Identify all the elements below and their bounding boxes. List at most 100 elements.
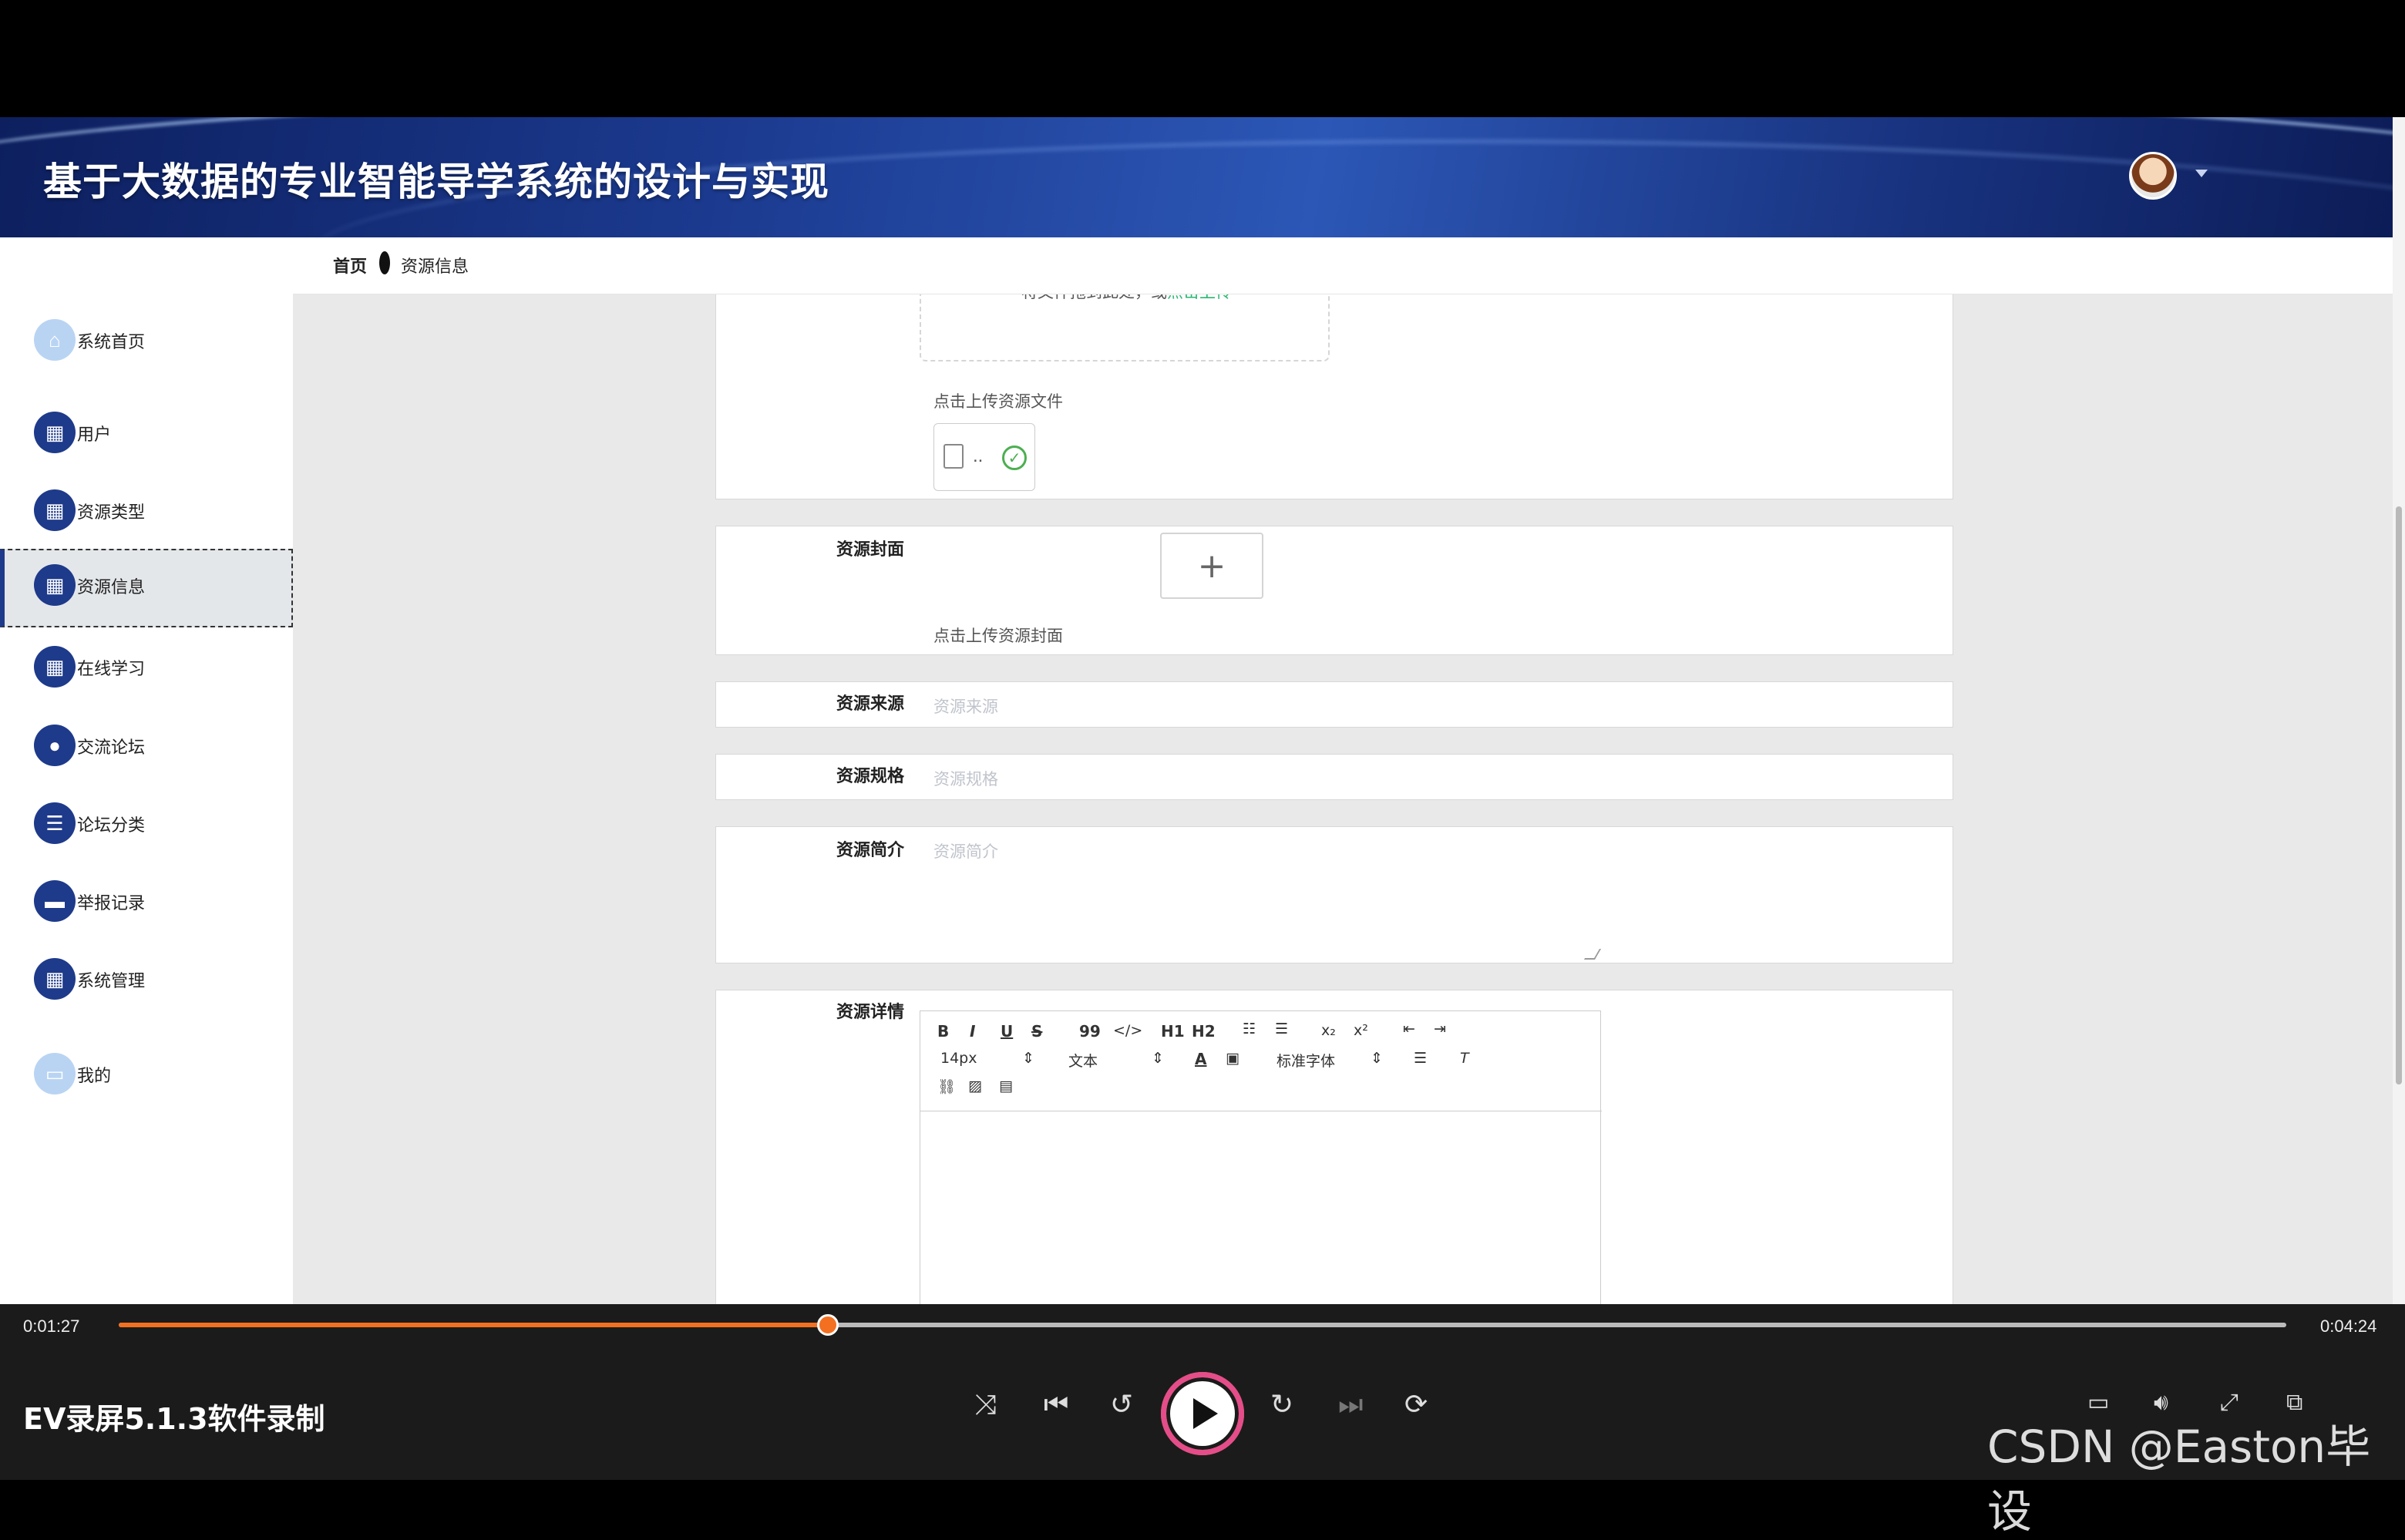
app-title: 基于大数据的专业智能导学系统的设计与实现 (43, 160, 829, 204)
cover-label: 资源封面 (836, 540, 905, 560)
select-arrows-icon[interactable]: ⇕ (1152, 1050, 1164, 1067)
grid-icon: ▦ (34, 489, 76, 531)
sidebar-item-label: 系统首页 (77, 333, 146, 352)
upload-file-hint: 点击上传资源文件 (933, 392, 1063, 411)
play-button[interactable] (1166, 1377, 1240, 1451)
intro-textarea[interactable]: 资源简介 (933, 839, 998, 862)
sidebar-item-resource-types[interactable]: ▦ 资源类型 (0, 471, 293, 550)
font-size-select[interactable]: 14px (940, 1050, 977, 1067)
watermark: CSDN @Easton毕设 (1987, 1421, 2371, 1538)
textarea-resize-handle[interactable] (1583, 949, 1602, 960)
sidebar-item-resource-info[interactable]: ▦ 资源信息 (0, 549, 293, 627)
italic-button[interactable]: I (970, 1022, 975, 1041)
spec-label: 资源规格 (836, 767, 905, 786)
sidebar-item-mine[interactable]: ▭ 我的 (0, 1034, 293, 1113)
check-circle-icon: ✓ (1002, 446, 1027, 470)
sidebar-item-label: 论坛分类 (77, 816, 146, 836)
sidebar-item-label: 交流论坛 (77, 738, 146, 758)
dropzone-text: 将文件拖到此处，或点击上传 (1021, 294, 1232, 303)
spec-input[interactable]: 资源规格 (933, 767, 998, 790)
background-color-icon[interactable]: ▣ (1226, 1050, 1240, 1067)
seek-handle[interactable] (816, 1314, 839, 1336)
seek-bar[interactable] (119, 1314, 2286, 1336)
sidebar: ⌂ 系统首页 ▦ 用户 ▦ 资源类型 ▦ 资源信息 ▦ 在线学习 ● 交流论坛 … (0, 237, 293, 1304)
underline-button[interactable]: U (1001, 1022, 1013, 1041)
total-time: 0:04:24 (2320, 1316, 2377, 1336)
select-arrows-icon[interactable]: ⇕ (1371, 1050, 1383, 1067)
quote-button[interactable]: 99 (1079, 1022, 1101, 1041)
grid-icon: ▦ (34, 412, 76, 453)
scrollbar-thumb[interactable] (2396, 506, 2402, 1084)
shuffle-icon[interactable]: ⤨ (974, 1389, 997, 1421)
breadcrumb-home[interactable]: 首页 (333, 253, 367, 277)
breadcrumb: 首页 资源信息 (293, 237, 2393, 294)
forward-30-icon[interactable]: ↻ (1270, 1389, 1293, 1421)
form-area: 将文件拖到此处，或点击上传 点击上传资源文件 .. ✓ 资源封面 + 点击上传资… (293, 294, 2393, 1304)
font-family-select[interactable]: 标准字体 (1276, 1050, 1335, 1071)
sidebar-item-label: 系统管理 (77, 972, 146, 991)
breadcrumb-separator (379, 251, 390, 274)
rewind-10-icon[interactable]: ↺ (1110, 1389, 1133, 1421)
h1-button[interactable]: H1 (1161, 1022, 1185, 1041)
subscript-button[interactable]: x₂ (1321, 1022, 1336, 1039)
superscript-button[interactable]: x² (1354, 1022, 1368, 1039)
sidebar-item-label: 用户 (77, 425, 112, 445)
intro-label: 资源简介 (836, 841, 905, 860)
uploaded-file[interactable]: .. ✓ (933, 423, 1035, 491)
home-icon: ⌂ (34, 319, 76, 361)
detail-card: 资源详情 B I U S 99 </> H1 H2 ☷ ☰ x₂ x² ⇤ ⇥ … (715, 990, 1953, 1304)
outdent-icon[interactable]: ⇤ (1403, 1021, 1415, 1037)
cover-card: 资源封面 + 点击上传资源封面 (715, 526, 1953, 655)
select-arrows-icon[interactable]: ⇕ (1022, 1050, 1034, 1067)
strike-button[interactable]: S (1031, 1022, 1042, 1041)
sidebar-item-forum[interactable]: ● 交流论坛 (0, 706, 293, 785)
upload-file-card: 将文件拖到此处，或点击上传 点击上传资源文件 .. ✓ (715, 294, 1953, 499)
align-icon[interactable]: ☰ (1414, 1050, 1427, 1067)
bullet-list-icon[interactable]: ☰ (1275, 1021, 1288, 1037)
recording-name: EV录屏5.1.3软件录制 (23, 1402, 325, 1436)
sidebar-item-online-learning[interactable]: ▦ 在线学习 (0, 627, 293, 706)
avatar[interactable] (2129, 152, 2177, 200)
detail-label: 资源详情 (836, 1003, 905, 1022)
clear-format-icon[interactable]: T (1460, 1050, 1469, 1067)
app-header: 基于大数据的专业智能导学系统的设计与实现 (0, 117, 2393, 237)
editor-toolbar: B I U S 99 </> H1 H2 ☷ ☰ x₂ x² ⇤ ⇥ 14px … (920, 1011, 1602, 1111)
cover-hint: 点击上传资源封面 (933, 627, 1063, 645)
previous-icon[interactable]: ⏮ (1044, 1389, 1068, 1421)
block-format-select[interactable]: 文本 (1068, 1050, 1098, 1071)
elapsed-time: 0:01:27 (23, 1316, 80, 1336)
page-scrollbar[interactable] (2393, 117, 2405, 1304)
source-card: 资源来源 资源来源 (715, 681, 1953, 728)
indent-icon[interactable]: ⇥ (1434, 1021, 1446, 1037)
chevron-down-icon[interactable] (2195, 170, 2208, 177)
font-color-icon[interactable]: A (1195, 1050, 1206, 1068)
cover-upload-button[interactable]: + (1160, 533, 1263, 599)
rich-text-editor: B I U S 99 </> H1 H2 ☷ ☰ x₂ x² ⇤ ⇥ 14px … (920, 1010, 1602, 1304)
profile-card-icon: ▭ (34, 1053, 76, 1094)
monitor-icon: ▬ (34, 880, 76, 922)
grid-icon: ▦ (34, 646, 76, 688)
bold-button[interactable]: B (937, 1022, 949, 1041)
click-upload-link[interactable]: 点击上传 (1167, 294, 1232, 301)
video-icon[interactable]: ▤ (999, 1078, 1013, 1094)
sidebar-item-users[interactable]: ▦ 用户 (0, 393, 293, 472)
link-icon[interactable]: ⛓ (937, 1078, 956, 1095)
h2-button[interactable]: H2 (1192, 1022, 1216, 1041)
sidebar-item-system[interactable]: ▦ 系统管理 (0, 940, 293, 1018)
next-icon[interactable]: ⏭ (1338, 1389, 1363, 1421)
file-dropzone[interactable]: 将文件拖到此处，或点击上传 (920, 294, 1330, 361)
play-icon (1193, 1398, 1218, 1429)
source-input[interactable]: 资源来源 (933, 694, 998, 718)
sidebar-item-label: 资源类型 (77, 503, 146, 523)
ordered-list-icon[interactable]: ☷ (1243, 1021, 1256, 1037)
document-icon (944, 444, 964, 469)
loop-icon[interactable]: ⟳ (1404, 1389, 1428, 1421)
video-letterbox-top (0, 0, 2405, 117)
sidebar-item-forum-categories[interactable]: ☰ 论坛分类 (0, 784, 293, 862)
code-button[interactable]: </> (1113, 1022, 1142, 1039)
sidebar-item-home[interactable]: ⌂ 系统首页 (0, 301, 293, 379)
sidebar-item-reports[interactable]: ▬ 举报记录 (0, 862, 293, 940)
sidebar-item-label: 我的 (77, 1067, 112, 1086)
image-icon[interactable]: ▨ (968, 1078, 982, 1094)
spec-card: 资源规格 资源规格 (715, 754, 1953, 800)
